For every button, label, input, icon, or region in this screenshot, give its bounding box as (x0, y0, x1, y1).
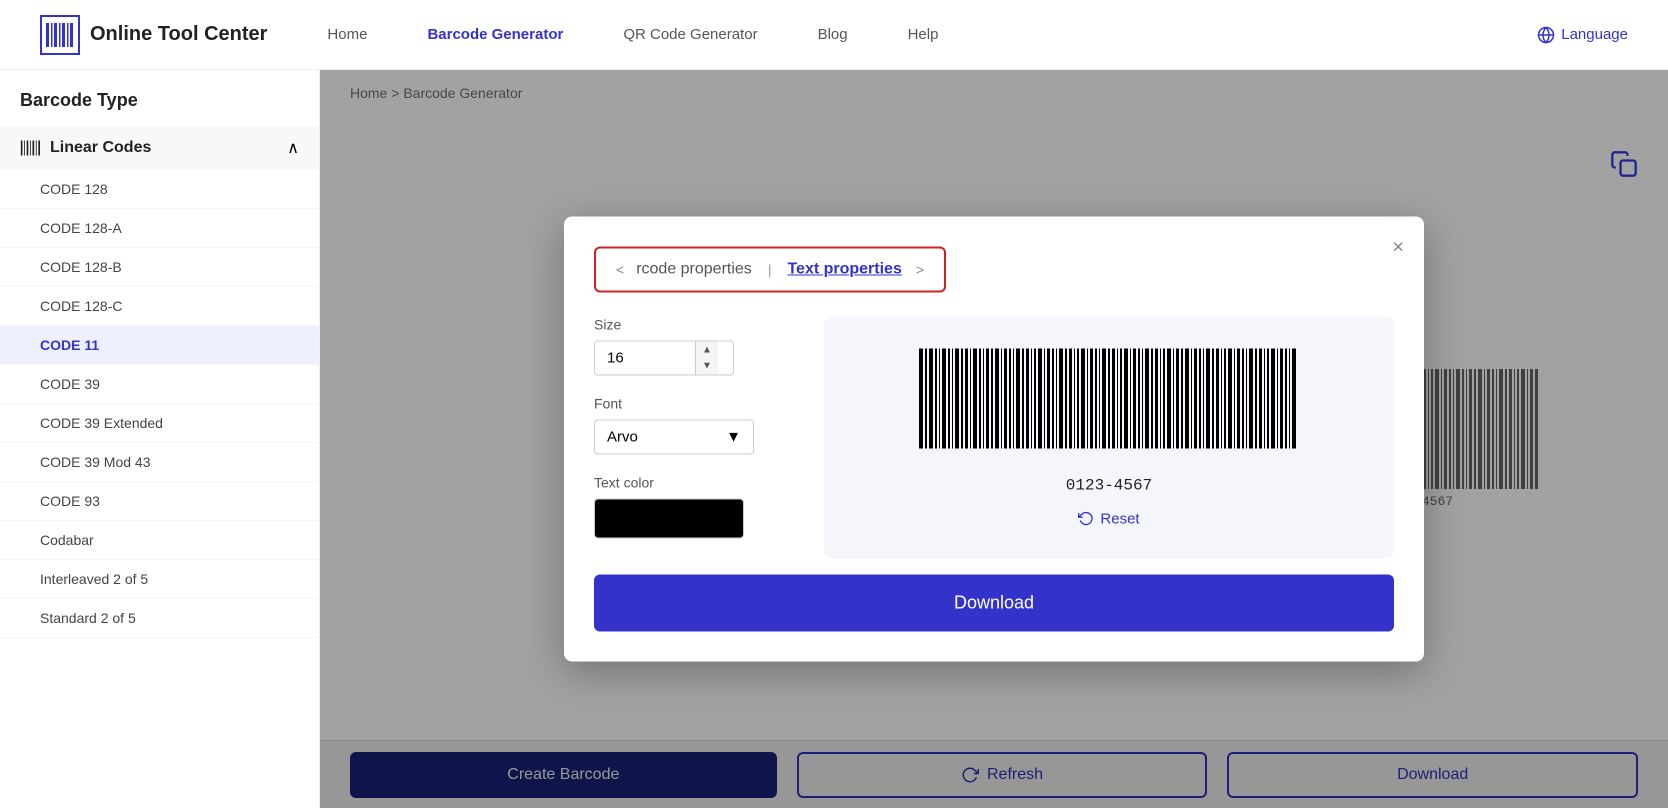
language-label: Language (1561, 26, 1628, 43)
size-label: Size (594, 317, 794, 333)
text-color-label: Text color (594, 475, 794, 491)
sidebar-item-standard25[interactable]: Standard 2 of 5 (0, 599, 319, 638)
modal-left-panel: Size ▲ ▼ Font Arvo (594, 317, 794, 559)
sidebar-item-codabar[interactable]: Codabar (0, 521, 319, 560)
barcode-text: 0123-4567 (1066, 476, 1152, 494)
sidebar-item-code39mod43[interactable]: CODE 39 Mod 43 (0, 443, 319, 482)
font-select[interactable]: Arvo ▼ (594, 420, 754, 455)
sidebar-item-code39ext[interactable]: CODE 39 Extended (0, 404, 319, 443)
font-label: Font (594, 396, 794, 412)
nav-barcode-generator[interactable]: Barcode Generator (427, 26, 563, 43)
nav-qr-code[interactable]: QR Code Generator (623, 26, 757, 43)
tab-left-arrow: < (616, 262, 624, 278)
tab-text-properties[interactable]: Text properties (779, 257, 909, 283)
nav-home[interactable]: Home (327, 26, 367, 43)
modal-close-button[interactable]: × (1392, 237, 1404, 260)
main-layout: Barcode Type Linear Codes ∧ CODE 128 COD… (0, 70, 1668, 808)
reset-button[interactable]: Reset (1078, 510, 1139, 527)
section-header-left: Linear Codes (20, 138, 151, 158)
logo-icon (40, 15, 80, 55)
barcode-display: 0123-4567 (919, 348, 1299, 494)
sidebar-item-code128c[interactable]: CODE 128-C (0, 287, 319, 326)
sidebar: Barcode Type Linear Codes ∧ CODE 128 COD… (0, 70, 320, 808)
logo-text: Online Tool Center (90, 23, 267, 46)
text-color-group: Text color (594, 475, 794, 539)
content-area: Home > Barcode Generator (320, 70, 1668, 808)
sidebar-title: Barcode Type (0, 70, 319, 126)
sidebar-item-code128[interactable]: CODE 128 (0, 170, 319, 209)
tab-right-arrow: > (916, 262, 924, 278)
language-button[interactable]: Language (1537, 26, 1628, 44)
text-color-swatch[interactable] (594, 499, 744, 539)
font-value: Arvo (607, 429, 638, 446)
modal-body: Size ▲ ▼ Font Arvo (594, 317, 1394, 559)
modal-tabs: < rcode properties | Text properties > (594, 247, 946, 293)
size-decrement[interactable]: ▼ (696, 358, 718, 375)
size-spinner: ▲ ▼ (695, 342, 718, 375)
reset-label: Reset (1100, 510, 1139, 527)
font-group: Font Arvo ▼ (594, 396, 794, 455)
size-increment[interactable]: ▲ (696, 342, 718, 359)
size-input-group: ▲ ▼ (594, 341, 734, 376)
sidebar-item-code93[interactable]: CODE 93 (0, 482, 319, 521)
barcode-icon (20, 138, 40, 158)
nav-blog[interactable]: Blog (818, 26, 848, 43)
reset-icon (1078, 511, 1094, 527)
modal-barcode-svg (919, 348, 1299, 468)
sidebar-item-interleaved25[interactable]: Interleaved 2 of 5 (0, 560, 319, 599)
header: Online Tool Center Home Barcode Generato… (0, 0, 1668, 70)
section-label: Linear Codes (50, 139, 151, 157)
tab-separator: | (768, 262, 772, 278)
download-modal-button[interactable]: Download (594, 575, 1394, 632)
main-nav: Home Barcode Generator QR Code Generator… (327, 26, 1537, 43)
sidebar-item-code128b[interactable]: CODE 128-B (0, 248, 319, 287)
size-input[interactable] (595, 342, 695, 375)
sidebar-section-linear-codes[interactable]: Linear Codes ∧ (0, 126, 319, 170)
logo-area: Online Tool Center (40, 15, 267, 55)
size-group: Size ▲ ▼ (594, 317, 794, 376)
tab-barcode-properties[interactable]: rcode properties (628, 257, 760, 283)
modal-dialog: < rcode properties | Text properties > ×… (564, 217, 1424, 662)
section-chevron-up: ∧ (287, 138, 299, 158)
nav-help[interactable]: Help (908, 26, 939, 43)
sidebar-item-code128a[interactable]: CODE 128-A (0, 209, 319, 248)
font-dropdown-arrow: ▼ (726, 429, 741, 446)
sidebar-item-code39[interactable]: CODE 39 (0, 365, 319, 404)
sidebar-item-code11[interactable]: CODE 11 (0, 326, 319, 365)
modal-right-panel: 0123-4567 Reset (824, 317, 1394, 559)
